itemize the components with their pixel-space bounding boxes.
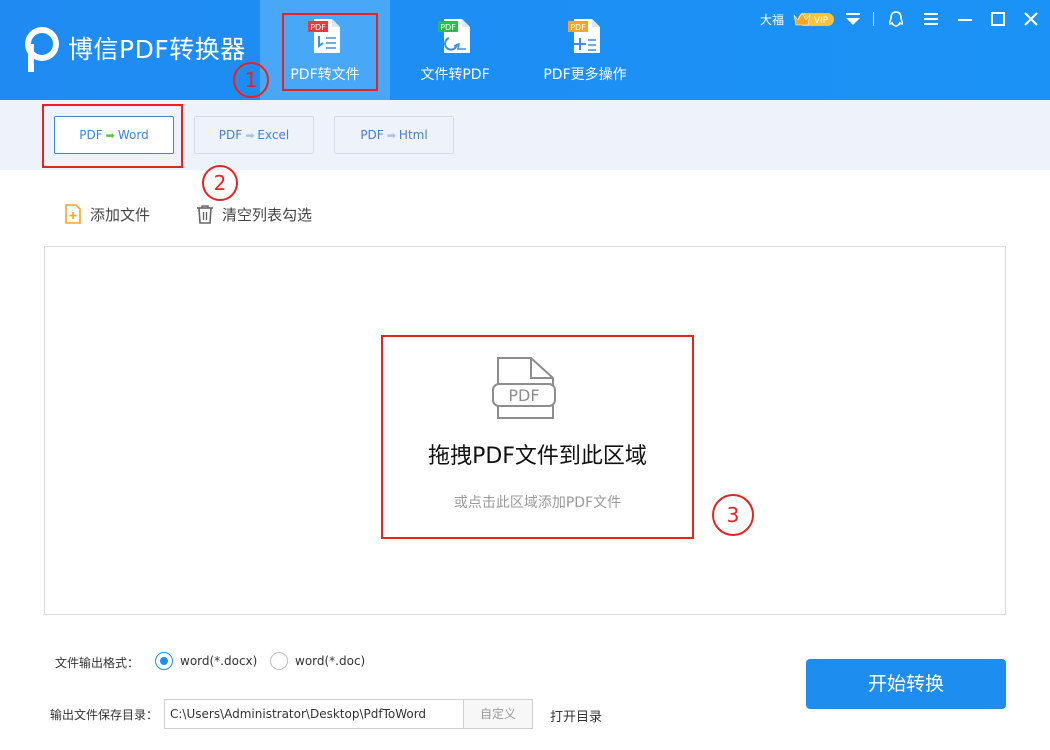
trash-icon: [197, 205, 213, 224]
sub-from: PDF: [360, 128, 384, 142]
custom-dir-button[interactable]: 自定义: [463, 699, 533, 729]
docx-radio[interactable]: [155, 652, 173, 670]
dropdown-menu-icon[interactable]: [844, 10, 862, 28]
annotation-marker-2: 2: [202, 165, 238, 201]
tab-pdf-more[interactable]: PDF PDF更多操作: [520, 0, 650, 100]
annotation-box-2: [42, 104, 183, 168]
annotation-marker-3: 3: [712, 494, 754, 536]
clear-list-label: 清空列表勾选: [222, 205, 313, 224]
title-bar: 博信PDF转换器 PDF PDF转文件 PDF 文件转PDF PDF PDF更多…: [0, 0, 1050, 100]
output-format-label: 文件输出格式：: [55, 656, 140, 670]
add-file-label: 添加文件: [90, 205, 151, 224]
output-dir-label: 输出文件保存目录：: [50, 708, 159, 722]
sub-to: Html: [398, 128, 428, 142]
minimize-icon[interactable]: [956, 10, 974, 28]
doc-radio-label[interactable]: word(*.doc): [295, 654, 365, 668]
username[interactable]: 大福: [760, 11, 784, 28]
arrow-right-icon: ➡: [386, 128, 396, 142]
annotation-box-3: [381, 335, 694, 539]
app-title: 博信PDF转换器: [68, 35, 246, 64]
qq-support-icon[interactable]: [887, 10, 905, 28]
file-to-pdf-icon: PDF: [438, 19, 470, 53]
sub-from: PDF: [218, 128, 243, 142]
doc-radio[interactable]: [270, 652, 288, 670]
open-dir-link[interactable]: 打开目录: [550, 706, 602, 725]
add-file-button[interactable]: 添加文件: [64, 203, 150, 225]
app-logo-icon: [25, 27, 59, 72]
arrow-right-icon: ➡: [245, 128, 255, 142]
output-path-field[interactable]: C:\Users\Administrator\Desktop\PdfToWord: [164, 699, 464, 729]
tab-icon-badge: PDF: [440, 23, 456, 32]
vip-badge[interactable]: VIP: [792, 10, 836, 28]
docx-radio-label[interactable]: word(*.docx): [180, 654, 257, 668]
start-convert-button[interactable]: 开始转换: [806, 659, 1006, 709]
tab-label: 文件转PDF: [420, 67, 490, 83]
menu-icon[interactable]: [922, 10, 940, 28]
pdf-more-icon: PDF: [568, 19, 600, 53]
vip-label: VIP: [814, 16, 829, 26]
close-icon[interactable]: [1022, 10, 1040, 28]
tab-label: PDF更多操作: [543, 67, 627, 83]
sub-to: Excel: [257, 128, 290, 142]
divider: [873, 12, 874, 26]
tab-file-to-pdf[interactable]: PDF 文件转PDF: [390, 0, 520, 100]
tab-icon-badge: PDF: [570, 23, 586, 32]
clear-list-button[interactable]: 清空列表勾选: [196, 203, 312, 225]
annotation-box-1: [282, 13, 378, 91]
add-file-icon: [65, 204, 81, 224]
annotation-marker-1: 1: [233, 62, 269, 98]
pdf-to-excel-button[interactable]: PDF ➡ Excel: [194, 116, 314, 154]
maximize-icon[interactable]: [989, 10, 1007, 28]
pdf-to-html-button[interactable]: PDF ➡ Html: [334, 116, 454, 154]
